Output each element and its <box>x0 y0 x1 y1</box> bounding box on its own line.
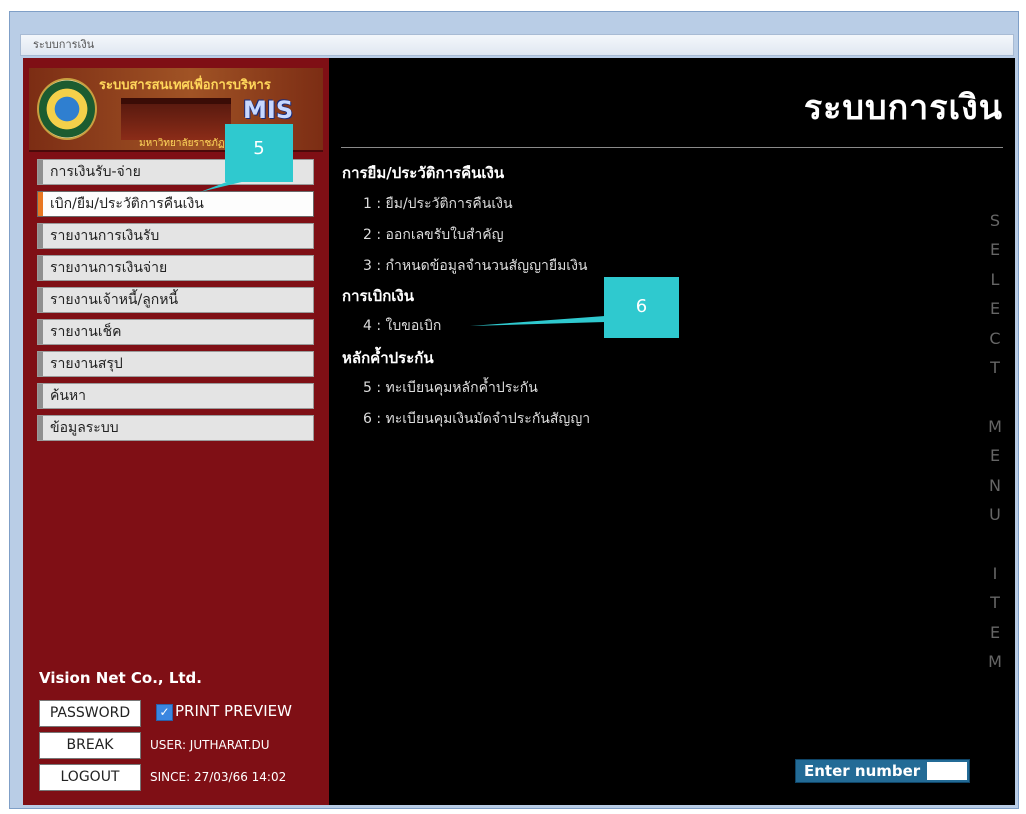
university-seal-icon <box>37 78 97 140</box>
option-2[interactable]: 2 : ออกเลขรับใบสำคัญ <box>363 224 504 246</box>
vertical-letter: C <box>989 328 1001 348</box>
page-title: ระบบการเงิน <box>803 88 1003 128</box>
vertical-letter: E <box>989 240 1001 260</box>
vertical-letter: T <box>990 358 1000 378</box>
building-image <box>121 98 231 140</box>
vertical-letter: E <box>989 622 1001 642</box>
enter-number-box: Enter number <box>795 759 970 783</box>
vertical-letter: T <box>990 593 1000 613</box>
section-title-borrow: การยืม/ประวัติการคืนเงิน <box>342 164 505 182</box>
password-button[interactable]: PASSWORD <box>39 700 141 727</box>
since-info: SINCE: 27/03/66 14:02 <box>150 770 287 784</box>
section-title-guarantee: หลักค้ำประกัน <box>342 349 434 367</box>
print-preview-label: PRINT PREVIEW <box>175 702 292 720</box>
callout-5: 5 <box>225 124 293 182</box>
logo-title: ระบบสารสนเทศเพื่อการบริหาร <box>99 78 271 93</box>
select-menu-item-vertical-text: S E L E C T M E N U I T E M <box>985 206 1005 677</box>
main-panel: ระบบการเงิน การยืม/ประวัติการคืนเงิน 1 :… <box>329 58 1015 805</box>
vertical-letter: S <box>989 211 1001 230</box>
menu-item-debtor-report[interactable]: รายงานเจ้าหนี้/ลูกหนี้ <box>37 287 314 313</box>
vertical-letter <box>985 382 1005 411</box>
vertical-letter: E <box>989 446 1001 466</box>
break-button[interactable]: BREAK <box>39 732 141 759</box>
vertical-letter <box>985 529 1005 558</box>
vertical-letter: L <box>990 269 1000 289</box>
option-3[interactable]: 3 : กำหนดข้อมูลจำนวนสัญญายืมเงิน <box>363 255 588 277</box>
logo-acronym: MIS <box>243 96 294 124</box>
menu-item-summary-report[interactable]: รายงานสรุป <box>37 351 314 377</box>
option-1[interactable]: 1 : ยืม/ประวัติการคืนเงิน <box>363 193 513 215</box>
logout-button[interactable]: LOGOUT <box>39 764 141 791</box>
user-info: USER: JUTHARAT.DU <box>150 738 270 752</box>
menu-item-expense-report[interactable]: รายงานการเงินจ่าย <box>37 255 314 281</box>
vertical-letter: M <box>988 416 1002 436</box>
vertical-letter: E <box>989 299 1001 319</box>
option-4[interactable]: 4 : ใบขอเบิก <box>363 315 441 337</box>
menu-item-cheque-report[interactable]: รายงานเช็ค <box>37 319 314 345</box>
window-title: ระบบการเงิน <box>20 34 1014 56</box>
callout-6: 6 <box>604 277 679 338</box>
vertical-letter: N <box>989 475 1001 495</box>
menu-item-search[interactable]: ค้นหา <box>37 383 314 409</box>
sidebar-menu: การเงินรับ-จ่าย เบิก/ยืม/ประวัติการคืนเง… <box>37 159 314 447</box>
vertical-letter: I <box>992 563 998 583</box>
vertical-letter: U <box>989 505 1001 525</box>
menu-item-system-data[interactable]: ข้อมูลระบบ <box>37 415 314 441</box>
print-preview-checkbox[interactable]: ✓ <box>156 704 173 721</box>
enter-number-input[interactable] <box>927 762 967 780</box>
section-title-withdraw: การเบิกเงิน <box>342 287 414 305</box>
menu-item-borrow-refund[interactable]: เบิก/ยืม/ประวัติการคืนเงิน <box>37 191 314 217</box>
menu-item-income-report[interactable]: รายงานการเงินรับ <box>37 223 314 249</box>
enter-number-label: Enter number <box>804 762 921 780</box>
divider <box>341 147 1003 148</box>
option-5[interactable]: 5 : ทะเบียนคุมหลักค้ำประกัน <box>363 377 538 399</box>
company-name: Vision Net Co., Ltd. <box>39 669 202 687</box>
option-6[interactable]: 6 : ทะเบียนคุมเงินมัดจำประกันสัญญา <box>363 408 590 430</box>
vertical-letter: M <box>988 652 1002 672</box>
